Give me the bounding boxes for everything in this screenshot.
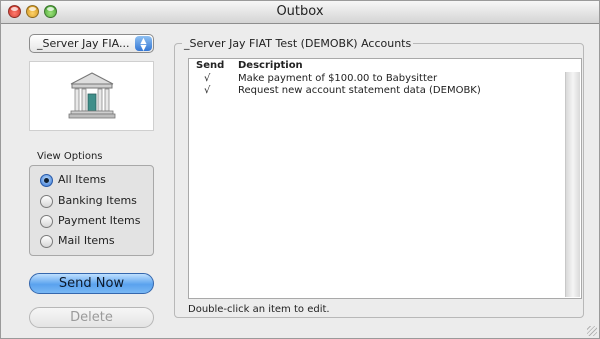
bank-image-well (29, 61, 154, 131)
vertical-scrollbar[interactable] (565, 72, 580, 297)
column-header-send[interactable]: Send (196, 60, 224, 71)
radio-unselected-icon[interactable] (40, 235, 53, 248)
list-item[interactable]: √ Make payment of $100.00 to Babysitter (189, 73, 565, 85)
radio-unselected-icon[interactable] (40, 215, 53, 228)
radio-label: Mail Items (58, 234, 115, 247)
bank-building-icon (68, 72, 116, 119)
radio-label: All Items (58, 173, 106, 186)
list-item[interactable]: √ Request new account statement data (DE… (189, 85, 565, 97)
title-bar[interactable]: Outbox (1, 1, 599, 24)
account-popup-label: _Server Jay FIA... (37, 37, 130, 50)
resize-grip-icon[interactable] (587, 326, 597, 336)
radio-label: Payment Items (58, 214, 141, 227)
view-options-label: View Options (37, 151, 103, 162)
account-popup[interactable]: _Server Jay FIA... ▲ ▼ (29, 34, 154, 53)
view-options-group: All Items Banking Items Payment Items Ma… (29, 165, 154, 256)
outbox-list[interactable]: Send Description √ Make payment of $100.… (188, 58, 582, 299)
item-description: Request new account statement data (DEMO… (238, 85, 481, 96)
send-checkmark: √ (204, 85, 211, 96)
radio-unselected-icon[interactable] (40, 195, 53, 208)
outbox-window: Outbox _Server Jay FIA... ▲ ▼ View Option… (0, 0, 600, 339)
radio-label: Banking Items (58, 194, 137, 207)
accounts-group-title: _Server Jay FIAT Test (DEMOBK) Accounts (182, 37, 414, 50)
send-checkmark: √ (204, 73, 211, 84)
radio-selected-icon[interactable] (40, 174, 53, 187)
up-down-arrows-icon: ▲ ▼ (135, 36, 152, 52)
column-header-description[interactable]: Description (238, 60, 303, 71)
window-title: Outbox (276, 4, 324, 19)
send-now-button[interactable]: Send Now (29, 273, 154, 294)
edit-hint: Double-click an item to edit. (188, 304, 330, 315)
delete-button[interactable]: Delete (29, 307, 154, 328)
item-description: Make payment of $100.00 to Babysitter (238, 73, 438, 84)
